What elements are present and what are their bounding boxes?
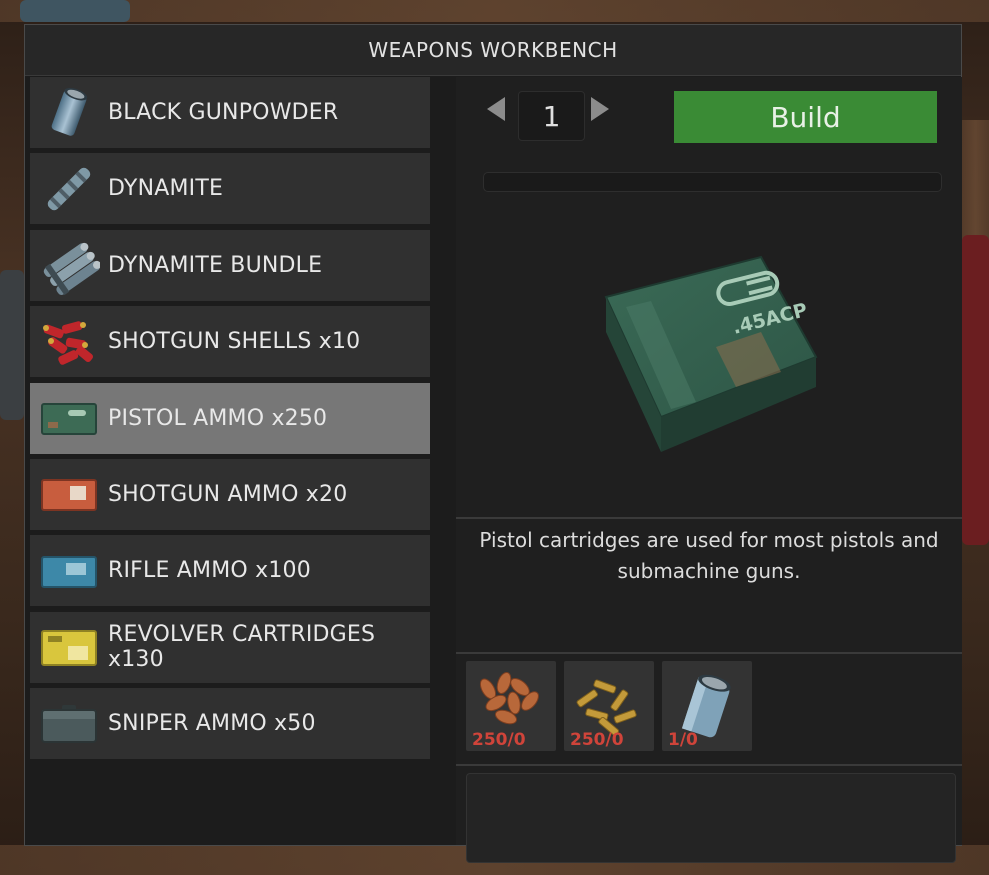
recipe-list: BLACK GUNPOWDER DYNAMITE DYNAMITE BUNDLE… (30, 77, 430, 765)
ingredient-count: 250/0 (472, 730, 526, 750)
quantity-selector: 1 Build (456, 83, 962, 143)
divider (456, 652, 962, 654)
sniper-ammo-box-icon (38, 693, 100, 755)
divider (456, 764, 962, 766)
item-description: Pistol cartridges are used for most pist… (479, 528, 939, 583)
info-panel (466, 773, 956, 863)
ingredient-list: 250/0 250/0 1/0 (466, 661, 752, 751)
quantity-field[interactable]: 1 (518, 91, 585, 141)
recipe-item-pistol-ammo[interactable]: PISTOL AMMO x250 (30, 382, 430, 454)
ingredient-slot-copper-bullets[interactable]: 250/0 (466, 661, 556, 751)
recipe-label: SHOTGUN AMMO x20 (108, 481, 348, 507)
dynamite-stick-icon (38, 158, 100, 220)
increase-quantity-arrow-icon[interactable] (591, 97, 609, 121)
build-progress-bar (483, 172, 942, 192)
recipe-label: DYNAMITE (108, 176, 224, 202)
dynamite-bundle-icon (38, 234, 102, 296)
ingredient-count: 250/0 (570, 730, 624, 750)
recipe-label: BLACK GUNPOWDER (108, 100, 339, 125)
ingredient-slot-brass-casings[interactable]: 250/0 (564, 661, 654, 751)
shotgun-shells-icon (38, 311, 100, 373)
recipe-label: PISTOL AMMO x250 (108, 405, 328, 431)
window-title: WEAPONS WORKBENCH (25, 25, 961, 76)
recipe-item-dynamite[interactable]: DYNAMITE (30, 153, 430, 225)
revolver-ammo-box-icon (38, 616, 100, 678)
recipe-item-black-gunpowder[interactable]: BLACK GUNPOWDER (30, 77, 430, 148)
recipe-label: SHOTGUN SHELLS x10 (108, 329, 361, 355)
recipe-item-sniper-ammo[interactable]: SNIPER AMMO x50 (30, 688, 430, 760)
craft-panel: 1 Build .45ACP Pistol cartridges are use… (456, 77, 962, 863)
decrease-quantity-arrow-icon[interactable] (487, 97, 505, 121)
recipe-item-revolver-cartridges[interactable]: REVOLVER CARTRIDGES x130 (30, 611, 430, 683)
ingredient-count: 1/0 (668, 730, 698, 750)
recipe-label: RIFLE AMMO x100 (108, 558, 311, 584)
recipe-label: DYNAMITE BUNDLE (108, 252, 323, 278)
gunpowder-can-icon (38, 82, 100, 144)
recipe-label: SNIPER AMMO x50 (108, 711, 316, 737)
build-button[interactable]: Build (674, 91, 937, 143)
recipe-label: REVOLVER CARTRIDGES x130 (108, 622, 376, 673)
recipe-item-shotgun-ammo[interactable]: SHOTGUN AMMO x20 (30, 458, 430, 530)
pistol-ammo-box-icon (38, 387, 100, 449)
divider (456, 517, 962, 519)
recipe-item-shotgun-shells[interactable]: SHOTGUN SHELLS x10 (30, 306, 430, 378)
item-preview-image: .45ACP (566, 237, 846, 477)
shotgun-ammo-box-icon (38, 463, 100, 525)
recipe-item-dynamite-bundle[interactable]: DYNAMITE BUNDLE (30, 229, 430, 301)
weapons-workbench-window: WEAPONS WORKBENCH BLACK GUNPOWDER DYNAMI… (24, 24, 962, 863)
rifle-ammo-box-icon (38, 540, 100, 602)
ingredient-slot-gunpowder[interactable]: 1/0 (662, 661, 752, 751)
recipe-item-rifle-ammo[interactable]: RIFLE AMMO x100 (30, 535, 430, 607)
